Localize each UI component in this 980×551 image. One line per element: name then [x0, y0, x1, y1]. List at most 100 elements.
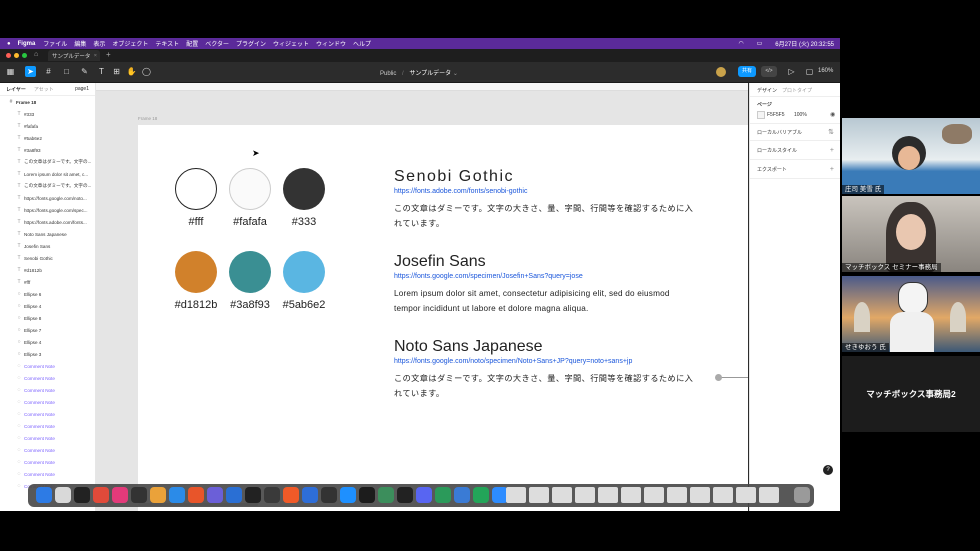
frame-label[interactable]: Frame 18: [138, 116, 157, 121]
layer-item[interactable]: ○ Ellipse 6: [0, 288, 95, 300]
menu-item[interactable]: ウィンドウ: [316, 39, 346, 48]
layer-item[interactable]: T #fafafa: [0, 120, 95, 132]
shape-tool-icon[interactable]: □: [61, 66, 72, 77]
dock-app-icon[interactable]: [55, 487, 71, 503]
dock-window-thumbnail[interactable]: [552, 487, 572, 503]
tab-layers[interactable]: レイヤー: [6, 86, 26, 93]
layer-item[interactable]: T #d1812b: [0, 264, 95, 276]
swatch-label[interactable]: #fff: [166, 216, 226, 228]
pen-tool-icon[interactable]: ✎: [79, 66, 90, 77]
dock-app-icon[interactable]: [226, 487, 242, 503]
dock-app-icon[interactable]: [74, 487, 90, 503]
layer-item[interactable]: ○ Ellipse 8: [0, 312, 95, 324]
tab-assets[interactable]: アセット: [34, 86, 54, 93]
frame-18[interactable]: #fff #fafafa #333 #d1812b #3a8f93 #5ab6e2 Sen…: [138, 125, 748, 511]
dock-app-icon[interactable]: [397, 487, 413, 503]
layer-item[interactable]: T この文章はダミーです。文字の...: [0, 180, 95, 192]
video-tile-2[interactable]: マッチボックス セミナー事務局: [842, 196, 980, 272]
dev-mode-toggle[interactable]: </>: [761, 66, 777, 77]
layer-item[interactable]: Thttps://fonts.adobe.com/fonts...: [0, 216, 95, 228]
dock-window-thumbnail[interactable]: [598, 487, 618, 503]
layer-item[interactable]: ◌Comment Note: [0, 456, 95, 468]
trash-icon[interactable]: [794, 487, 810, 503]
dock-app-icon[interactable]: [435, 487, 451, 503]
menu-item[interactable]: ファイル: [43, 39, 67, 48]
color-swatch[interactable]: [175, 168, 217, 210]
video-tile-3[interactable]: せきゆおう 氏: [842, 276, 980, 352]
eye-icon[interactable]: ◉: [830, 111, 835, 118]
dock-app-icon[interactable]: [150, 487, 166, 503]
tab-design[interactable]: デザイン: [757, 87, 777, 94]
dock-app-icon[interactable]: [302, 487, 318, 503]
font-sample-text[interactable]: この文章はダミーです。文字の大きさ、量、字間、行間等を確認するために入れています…: [394, 371, 694, 401]
local-variables-row[interactable]: ローカルバリアブル ⇅: [750, 123, 840, 141]
resources-tool-icon[interactable]: ⊞: [111, 66, 122, 77]
layer-item[interactable]: T #3a8f93: [0, 144, 95, 156]
swatch-label[interactable]: #3a8f93: [220, 299, 280, 311]
color-swatch[interactable]: [229, 251, 271, 293]
menu-item[interactable]: オブジェクト: [112, 39, 148, 48]
share-button[interactable]: 共有: [738, 66, 756, 77]
layer-item[interactable]: Thttps://fonts.google.com/spec...: [0, 204, 95, 216]
dock-app-icon[interactable]: [321, 487, 337, 503]
dock-window-thumbnail[interactable]: [621, 487, 641, 503]
color-swatch[interactable]: [283, 168, 325, 210]
swatch-label[interactable]: #333: [274, 216, 334, 228]
dock-window-thumbnail[interactable]: [644, 487, 664, 503]
layer-item[interactable]: ○ Ellipse 4: [0, 336, 95, 348]
dock-app-icon[interactable]: [188, 487, 204, 503]
dock-app-icon[interactable]: [416, 487, 432, 503]
chevron-down-icon[interactable]: ⌄: [453, 71, 458, 77]
font-sample-text[interactable]: Lorem ipsum dolor sit amet, consectetur …: [394, 286, 694, 316]
hand-tool-icon[interactable]: ✋: [126, 66, 137, 77]
layer-item[interactable]: ○ Ellipse 4: [0, 300, 95, 312]
dock-app-icon[interactable]: [454, 487, 470, 503]
dock-app-icon[interactable]: [340, 487, 356, 503]
frame-tool-icon[interactable]: #: [43, 66, 54, 77]
canvas-slider-handle[interactable]: [715, 374, 722, 381]
font-title[interactable]: Josefin Sans: [394, 253, 486, 271]
dock-window-thumbnail[interactable]: [690, 487, 710, 503]
layer-item[interactable]: ◌Comment Note: [0, 468, 95, 480]
layer-item[interactable]: T Lorem ipsum dolor sit amet, c...: [0, 168, 95, 180]
layer-item[interactable]: ○ Ellipse 7: [0, 324, 95, 336]
dock-app-icon[interactable]: [378, 487, 394, 503]
font-link[interactable]: https://fonts.google.com/noto/specimen/N…: [394, 358, 632, 365]
dock-app-icon[interactable]: [264, 487, 280, 503]
layer-item[interactable]: Thttps://fonts.google.com/noto...: [0, 192, 95, 204]
dock-app-icon[interactable]: [131, 487, 147, 503]
dock-window-thumbnail[interactable]: [759, 487, 779, 503]
bg-color-value[interactable]: F5F5F5: [767, 112, 785, 118]
add-style-icon[interactable]: +: [830, 147, 834, 154]
move-tool-icon[interactable]: ➤: [25, 66, 36, 77]
home-icon[interactable]: ⌂: [34, 51, 38, 58]
layer-item[interactable]: ◌Comment Note: [0, 420, 95, 432]
sliders-icon[interactable]: ⇅: [828, 128, 834, 136]
layer-item[interactable]: ◌Comment Note: [0, 372, 95, 384]
layer-item[interactable]: ◌Comment Note: [0, 384, 95, 396]
comment-tool-icon[interactable]: ◯: [141, 66, 152, 77]
menu-app-name[interactable]: Figma: [18, 41, 36, 47]
layer-frame[interactable]: # Frame 18: [0, 96, 95, 108]
dock-app-icon[interactable]: [93, 487, 109, 503]
layer-item[interactable]: T この文章はダミーです。文字の...: [0, 156, 95, 168]
font-link[interactable]: https://fonts.adobe.com/fonts/senobi-got…: [394, 188, 527, 195]
bg-color-swatch[interactable]: [757, 111, 765, 119]
text-tool-icon[interactable]: T: [96, 66, 107, 77]
local-styles-row[interactable]: ローカルスタイル +: [750, 142, 840, 160]
menu-item[interactable]: テキスト: [155, 39, 179, 48]
layer-item[interactable]: T #5ab6e2: [0, 132, 95, 144]
dock-app-icon[interactable]: [473, 487, 489, 503]
color-swatch[interactable]: [229, 168, 271, 210]
present-icon[interactable]: ▷: [786, 66, 797, 77]
minimize-window-button[interactable]: [14, 53, 19, 58]
avatar[interactable]: [716, 67, 726, 77]
dock-window-thumbnail[interactable]: [506, 487, 526, 503]
zoom-level[interactable]: 160%: [818, 68, 833, 74]
video-tile-1[interactable]: 庄司 美雪 氏: [842, 118, 980, 194]
layer-item[interactable]: ○ Ellipse 3: [0, 348, 95, 360]
close-window-button[interactable]: [6, 53, 11, 58]
breadcrumb-team[interactable]: Public: [380, 71, 396, 77]
swatch-label[interactable]: #5ab6e2: [274, 299, 334, 311]
color-swatch[interactable]: [175, 251, 217, 293]
